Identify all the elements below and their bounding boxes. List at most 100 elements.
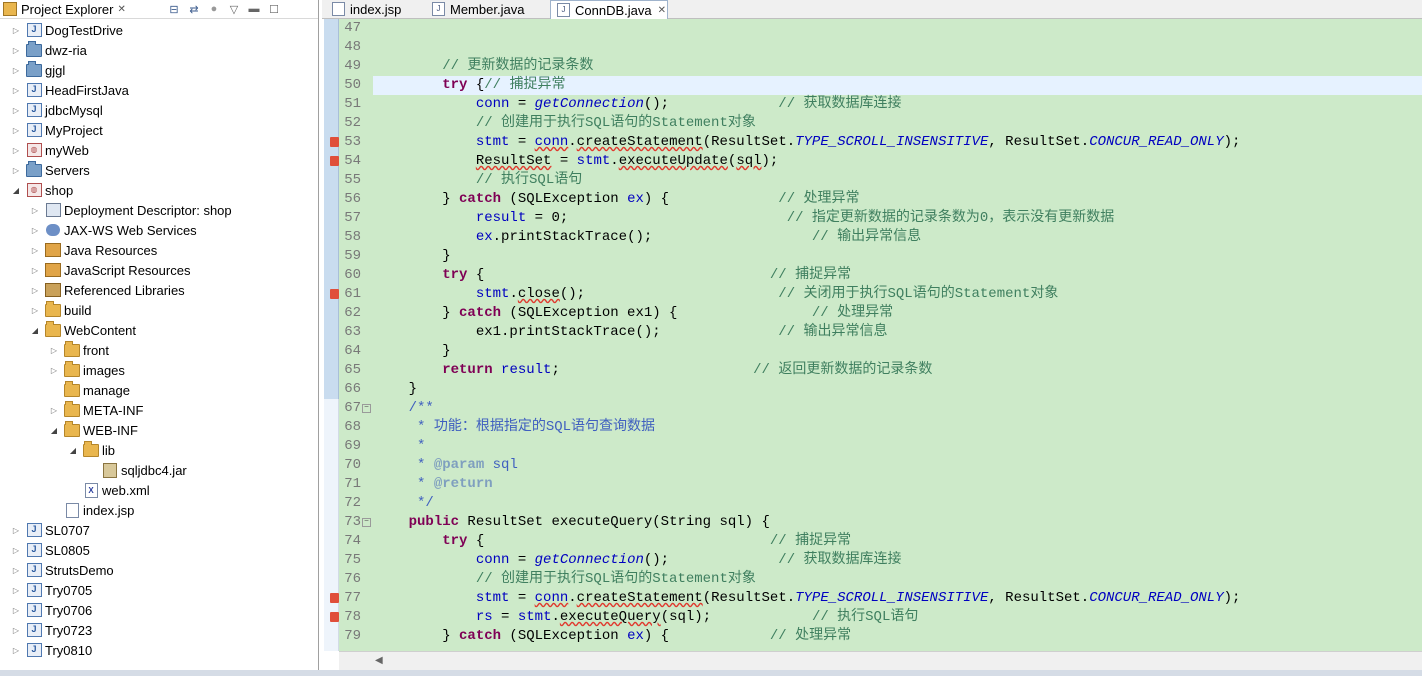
tree-item[interactable]: manage: [48, 380, 130, 400]
tree-item[interactable]: ▷ J Try0810: [10, 640, 92, 660]
code-line[interactable]: 52 // 创建用于执行SQL语句的Statement对象: [339, 114, 1422, 133]
collapsed-arrow-icon[interactable]: ▷: [10, 526, 22, 535]
collapsed-arrow-icon[interactable]: ▷: [10, 566, 22, 575]
collapsed-arrow-icon[interactable]: ▷: [10, 626, 22, 635]
tree-item[interactable]: ▷ J SL0707: [10, 520, 90, 540]
link-with-editor-icon[interactable]: ⇄: [186, 1, 202, 17]
code-line[interactable]: 56 } catch (SQLException ex) { // 处理异常: [339, 190, 1422, 209]
code-line[interactable]: 47: [339, 19, 1422, 38]
collapsed-arrow-icon[interactable]: ▷: [48, 406, 60, 415]
collapsed-arrow-icon[interactable]: ▷: [29, 306, 41, 315]
tree-item[interactable]: ◢ WebContent: [29, 320, 136, 340]
editor-tab[interactable]: J ConnDB.java ✕: [550, 0, 668, 19]
collapsed-arrow-icon[interactable]: ▷: [29, 206, 41, 215]
tree-item[interactable]: ▷ Deployment Descriptor: shop: [29, 200, 232, 220]
tree-item[interactable]: ▷ J StrutsDemo: [10, 560, 114, 580]
code-line[interactable]: 57 result = 0; // 指定更新数据的记录条数为0，表示没有更新数据: [339, 209, 1422, 228]
code-line[interactable]: 48: [339, 38, 1422, 57]
tree-item[interactable]: ▷ front: [48, 340, 109, 360]
collapsed-arrow-icon[interactable]: ▷: [10, 126, 22, 135]
collapsed-arrow-icon[interactable]: ▷: [10, 646, 22, 655]
collapsed-arrow-icon[interactable]: ▷: [48, 366, 60, 375]
expanded-arrow-icon[interactable]: ◢: [48, 426, 60, 435]
error-marker-icon[interactable]: [330, 593, 339, 603]
collapse-fold-icon[interactable]: −: [362, 404, 371, 413]
close-tab-icon[interactable]: ✕: [658, 5, 666, 16]
collapsed-arrow-icon[interactable]: ▷: [10, 106, 22, 115]
error-marker-icon[interactable]: [330, 612, 339, 622]
code-line[interactable]: 50 try {// 捕捉异常: [344, 76, 1422, 95]
code-line[interactable]: 73− public ResultSet executeQuery(String…: [339, 513, 1422, 532]
code-line[interactable]: 68 * 功能：根据指定的SQL语句查询数据: [339, 418, 1422, 437]
tree-item[interactable]: ▷ Java Resources: [29, 240, 157, 260]
error-marker-icon[interactable]: [330, 137, 339, 147]
code-line[interactable]: 77 stmt = conn.createStatement(ResultSet…: [339, 589, 1422, 608]
close-icon[interactable]: ✕: [117, 4, 125, 15]
collapsed-arrow-icon[interactable]: ▷: [10, 166, 22, 175]
code-line[interactable]: 66 }: [339, 380, 1422, 399]
code-line[interactable]: 75 conn = getConnection(); // 获取数据库连接: [339, 551, 1422, 570]
tree-item[interactable]: ▷ J Try0723: [10, 620, 92, 640]
view-menu-icon[interactable]: ▽: [226, 1, 242, 17]
tree-item[interactable]: ▷ JjdbcMysql: [10, 100, 103, 120]
collapsed-arrow-icon[interactable]: ▷: [29, 266, 41, 275]
code-line[interactable]: 70 * @param sql: [339, 456, 1422, 475]
tree-item[interactable]: index.jsp: [48, 500, 134, 520]
expanded-arrow-icon[interactable]: ◢: [10, 186, 22, 195]
code-line[interactable]: 78 rs = stmt.executeQuery(sql); // 执行SQL…: [339, 608, 1422, 627]
tree-item[interactable]: ▷ images: [48, 360, 125, 380]
code-line[interactable]: 53 stmt = conn.createStatement(ResultSet…: [339, 133, 1422, 152]
maximize-icon[interactable]: ☐: [266, 1, 282, 17]
tree-item[interactable]: ▷ J SL0805: [10, 540, 90, 560]
code-line[interactable]: 67− /**: [339, 399, 1422, 418]
tree-item[interactable]: ◢ ◍ shop: [10, 180, 73, 200]
tree-item[interactable]: ▷ Servers: [10, 160, 90, 180]
collapse-all-icon[interactable]: ⊟: [166, 1, 182, 17]
collapsed-arrow-icon[interactable]: ▷: [10, 606, 22, 615]
code-line[interactable]: 79 } catch (SQLException ex) { // 处理异常: [339, 627, 1422, 646]
code-line[interactable]: 63 ex1.printStackTrace(); // 输出异常信息: [339, 323, 1422, 342]
tree-item[interactable]: ▷ gjgl: [10, 60, 65, 80]
code-line[interactable]: 76 // 创建用于执行SQL语句的Statement对象: [339, 570, 1422, 589]
tree-item[interactable]: ▷ J Try0706: [10, 600, 92, 620]
minimize-icon[interactable]: ▬: [246, 1, 262, 17]
code-line[interactable]: 51 conn = getConnection(); // 获取数据库连接: [339, 95, 1422, 114]
collapsed-arrow-icon[interactable]: ▷: [10, 86, 22, 95]
editor-tab[interactable]: J Member.java: [426, 0, 550, 18]
tree-item[interactable]: ▷ J Try0705: [10, 580, 92, 600]
collapsed-arrow-icon[interactable]: ▷: [29, 286, 41, 295]
collapsed-arrow-icon[interactable]: ▷: [10, 586, 22, 595]
horizontal-scrollbar[interactable]: ◀: [339, 651, 1422, 670]
tree-item[interactable]: ▷ J MyProject: [10, 120, 103, 140]
code-line[interactable]: 49 // 更新数据的记录条数: [339, 57, 1422, 76]
collapsed-arrow-icon[interactable]: ▷: [48, 346, 60, 355]
collapsed-arrow-icon[interactable]: ▷: [10, 146, 22, 155]
error-marker-icon[interactable]: [330, 156, 339, 166]
code-line[interactable]: 59 }: [339, 247, 1422, 266]
code-line[interactable]: 69 *: [339, 437, 1422, 456]
code-line[interactable]: 60 try { // 捕捉异常: [339, 266, 1422, 285]
tree-item[interactable]: sqljdbc4.jar: [86, 460, 187, 480]
code-line[interactable]: 58 ex.printStackTrace(); // 输出异常信息: [339, 228, 1422, 247]
expanded-arrow-icon[interactable]: ◢: [29, 326, 41, 335]
collapse-fold-icon[interactable]: −: [362, 518, 371, 527]
error-marker-icon[interactable]: [330, 289, 339, 299]
tree-item[interactable]: ▷ dwz-ria: [10, 40, 87, 60]
code-line[interactable]: 72 */: [339, 494, 1422, 513]
code-line[interactable]: 64 }: [339, 342, 1422, 361]
collapsed-arrow-icon[interactable]: ▷: [10, 26, 22, 35]
collapsed-arrow-icon[interactable]: ▷: [10, 546, 22, 555]
expanded-arrow-icon[interactable]: ◢: [67, 446, 79, 455]
code-line[interactable]: 74 try { // 捕捉异常: [339, 532, 1422, 551]
tree-item[interactable]: ▷ JavaScript Resources: [29, 260, 191, 280]
code-line[interactable]: 71 * @return: [339, 475, 1422, 494]
collapsed-arrow-icon[interactable]: ▷: [10, 66, 22, 75]
tree-item[interactable]: Xweb.xml: [67, 480, 150, 500]
code-line[interactable]: 61 stmt.close(); // 关闭用于执行SQL语句的Statemen…: [339, 285, 1422, 304]
scroll-left-icon[interactable]: ◀: [375, 655, 383, 666]
view-options-icon[interactable]: ●: [206, 1, 222, 17]
tree-item[interactable]: ▷ J DogTestDrive: [10, 20, 123, 40]
tree-item[interactable]: ◢ WEB-INF: [48, 420, 138, 440]
code-line[interactable]: 65 return result; // 返回更新数据的记录条数: [339, 361, 1422, 380]
code-line[interactable]: 54 ResultSet = stmt.executeUpdate(sql);: [339, 152, 1422, 171]
